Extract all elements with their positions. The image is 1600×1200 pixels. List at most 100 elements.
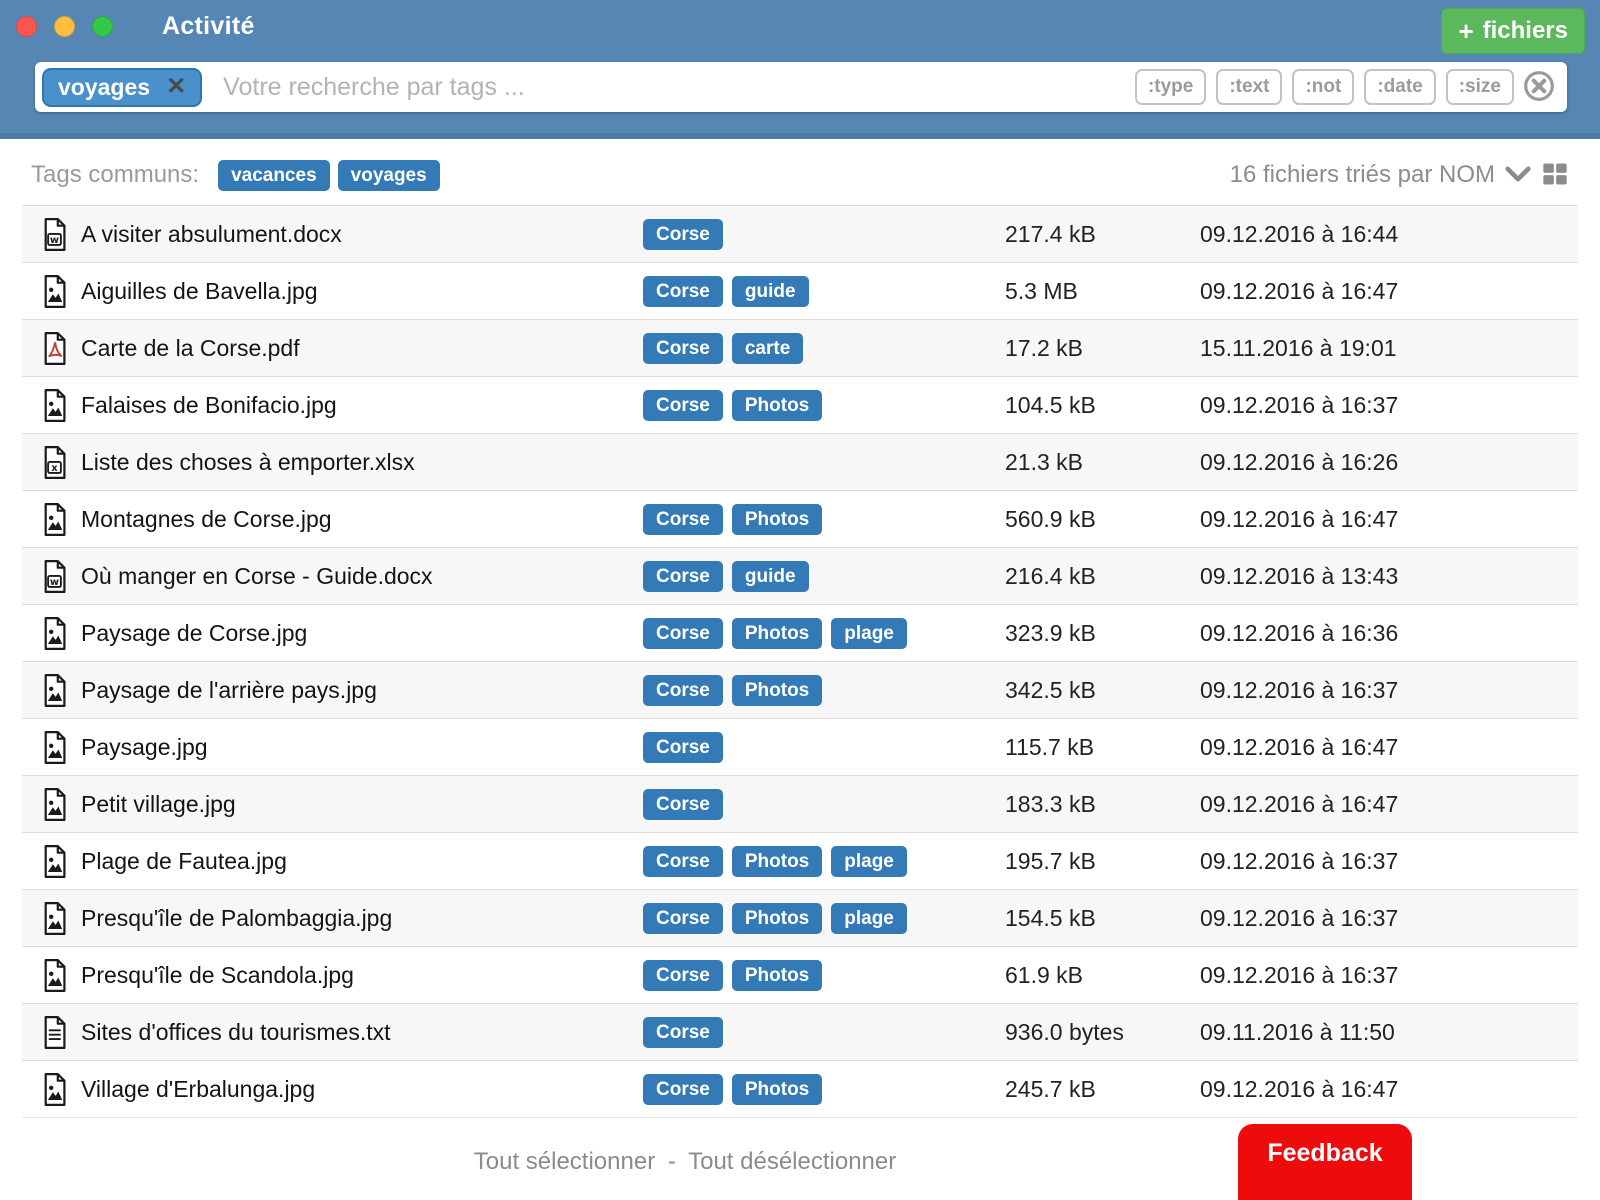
- file-tag-chip[interactable]: guide: [732, 276, 809, 307]
- active-search-tag[interactable]: voyages ✕: [42, 68, 202, 107]
- file-row[interactable]: w x: [22, 661, 1578, 718]
- file-tags: Corse Photos: [643, 1074, 1005, 1105]
- file-row[interactable]: w x: [22, 889, 1578, 946]
- file-tag-chip[interactable]: Photos: [732, 960, 822, 991]
- file-date: 09.12.2016 à 16:36: [1200, 620, 1578, 647]
- file-date: 09.12.2016 à 16:26: [1200, 449, 1578, 476]
- filter-button-text[interactable]: :text: [1216, 69, 1282, 105]
- close-window-button[interactable]: [16, 16, 37, 37]
- file-tag-chip[interactable]: Corse: [643, 903, 723, 934]
- add-files-label: fichiers: [1483, 17, 1568, 45]
- file-tag-chip[interactable]: Corse: [643, 333, 723, 364]
- file-tag-chip[interactable]: Photos: [732, 903, 822, 934]
- file-row[interactable]: w x: [22, 718, 1578, 775]
- file-tag-chip[interactable]: Corse: [643, 276, 723, 307]
- file-row[interactable]: w x: [22, 775, 1578, 832]
- file-tag-chip[interactable]: Corse: [643, 561, 723, 592]
- file-tag-chip[interactable]: guide: [732, 561, 809, 592]
- add-files-button[interactable]: + fichiers: [1441, 8, 1585, 54]
- clear-search-button[interactable]: [1523, 70, 1555, 105]
- filter-button-not[interactable]: :not: [1292, 69, 1354, 105]
- file-tag-chip[interactable]: Corse: [643, 390, 723, 421]
- traffic-lights: [16, 16, 113, 37]
- file-name: A visiter absulument.docx: [81, 221, 643, 248]
- image-file-icon: [41, 788, 68, 821]
- file-name: Carte de la Corse.pdf: [81, 335, 643, 362]
- file-type-icon-cell: w x: [22, 845, 81, 878]
- image-file-icon: [41, 845, 68, 878]
- zoom-window-button[interactable]: [92, 16, 113, 37]
- file-tag-chip[interactable]: plage: [831, 846, 907, 877]
- file-row[interactable]: w x: [22, 205, 1578, 262]
- file-tag-chip[interactable]: Photos: [732, 390, 822, 421]
- file-name: Liste des choses à emporter.xlsx: [81, 449, 643, 476]
- common-tags-list: vacances voyages: [218, 160, 440, 191]
- file-row[interactable]: w x: [22, 433, 1578, 490]
- file-row[interactable]: w x: [22, 604, 1578, 661]
- file-tag-chip[interactable]: carte: [732, 333, 803, 364]
- common-tag-chip[interactable]: vacances: [218, 160, 330, 191]
- file-size: 560.9 kB: [1005, 506, 1200, 533]
- file-size: 5.3 MB: [1005, 278, 1200, 305]
- file-tag-chip[interactable]: Corse: [643, 1074, 723, 1105]
- file-tags: Corse Photos plage: [643, 846, 1005, 877]
- common-tag-chip[interactable]: voyages: [338, 160, 440, 191]
- file-tag-chip[interactable]: Corse: [643, 732, 723, 763]
- minimize-window-button[interactable]: [54, 16, 75, 37]
- file-row[interactable]: w x: [22, 1060, 1578, 1117]
- file-tag-chip[interactable]: plage: [831, 618, 907, 649]
- file-tag-chip[interactable]: Corse: [643, 504, 723, 535]
- file-tag-chip[interactable]: Photos: [732, 1074, 822, 1105]
- file-tags: Corse carte: [643, 333, 1005, 364]
- deselect-all-link[interactable]: Tout désélectionner: [688, 1148, 896, 1175]
- file-tag-chip[interactable]: Corse: [643, 789, 723, 820]
- grid-view-button[interactable]: [1541, 160, 1569, 191]
- file-date: 09.12.2016 à 16:37: [1200, 962, 1578, 989]
- selection-links: Tout sélectionner - Tout désélectionner: [185, 1148, 1185, 1176]
- file-tag-chip[interactable]: Corse: [643, 618, 723, 649]
- sort-direction-button[interactable]: [1505, 165, 1531, 186]
- file-tag-chip[interactable]: Photos: [732, 846, 822, 877]
- file-type-icon-cell: w x: [22, 275, 81, 308]
- file-tag-chip[interactable]: Photos: [732, 504, 822, 535]
- file-row[interactable]: w x: [22, 376, 1578, 433]
- file-name: Presqu'île de Scandola.jpg: [81, 962, 643, 989]
- tag-search-bar[interactable]: voyages ✕ :type :text :not :date :size: [35, 62, 1567, 112]
- file-name: Paysage.jpg: [81, 734, 643, 761]
- file-tag-chip[interactable]: Corse: [643, 675, 723, 706]
- file-row[interactable]: w x: [22, 832, 1578, 889]
- file-tag-chip[interactable]: Corse: [643, 219, 723, 250]
- file-date: 15.11.2016 à 19:01: [1200, 335, 1578, 362]
- file-name: Où manger en Corse - Guide.docx: [81, 563, 643, 590]
- file-row[interactable]: w x: [22, 262, 1578, 319]
- file-row[interactable]: w x: [22, 547, 1578, 604]
- file-name: Sites d'offices du tourismes.txt: [81, 1019, 643, 1046]
- file-tag-chip[interactable]: Corse: [643, 1017, 723, 1048]
- file-tags: Corse: [643, 789, 1005, 820]
- file-size: 216.4 kB: [1005, 563, 1200, 590]
- file-tag-chip[interactable]: plage: [831, 903, 907, 934]
- file-tag-chip[interactable]: Corse: [643, 960, 723, 991]
- file-size: 104.5 kB: [1005, 392, 1200, 419]
- file-row[interactable]: w x: [22, 490, 1578, 547]
- file-date: 09.12.2016 à 16:44: [1200, 221, 1578, 248]
- file-tag-chip[interactable]: Photos: [732, 675, 822, 706]
- feedback-button[interactable]: Feedback: [1238, 1124, 1412, 1200]
- sort-control[interactable]: 16 fichiers triés par NOM: [1230, 161, 1495, 189]
- file-row[interactable]: w x: [22, 946, 1578, 1003]
- select-all-link[interactable]: Tout sélectionner: [474, 1148, 655, 1175]
- filter-button-date[interactable]: :date: [1364, 69, 1435, 105]
- image-file-icon: [41, 389, 68, 422]
- file-row[interactable]: w x: [22, 319, 1578, 376]
- plus-icon: +: [1458, 18, 1473, 44]
- filter-button-size[interactable]: :size: [1446, 69, 1514, 105]
- remove-tag-icon[interactable]: ✕: [166, 75, 186, 99]
- file-date: 09.12.2016 à 16:47: [1200, 506, 1578, 533]
- filter-button-type[interactable]: :type: [1135, 69, 1206, 105]
- text-file-icon: [41, 1016, 68, 1049]
- file-tag-chip[interactable]: Photos: [732, 618, 822, 649]
- svg-text:w: w: [50, 577, 59, 588]
- file-tag-chip[interactable]: Corse: [643, 846, 723, 877]
- file-row[interactable]: w x: [22, 1003, 1578, 1060]
- search-input[interactable]: [221, 72, 1135, 103]
